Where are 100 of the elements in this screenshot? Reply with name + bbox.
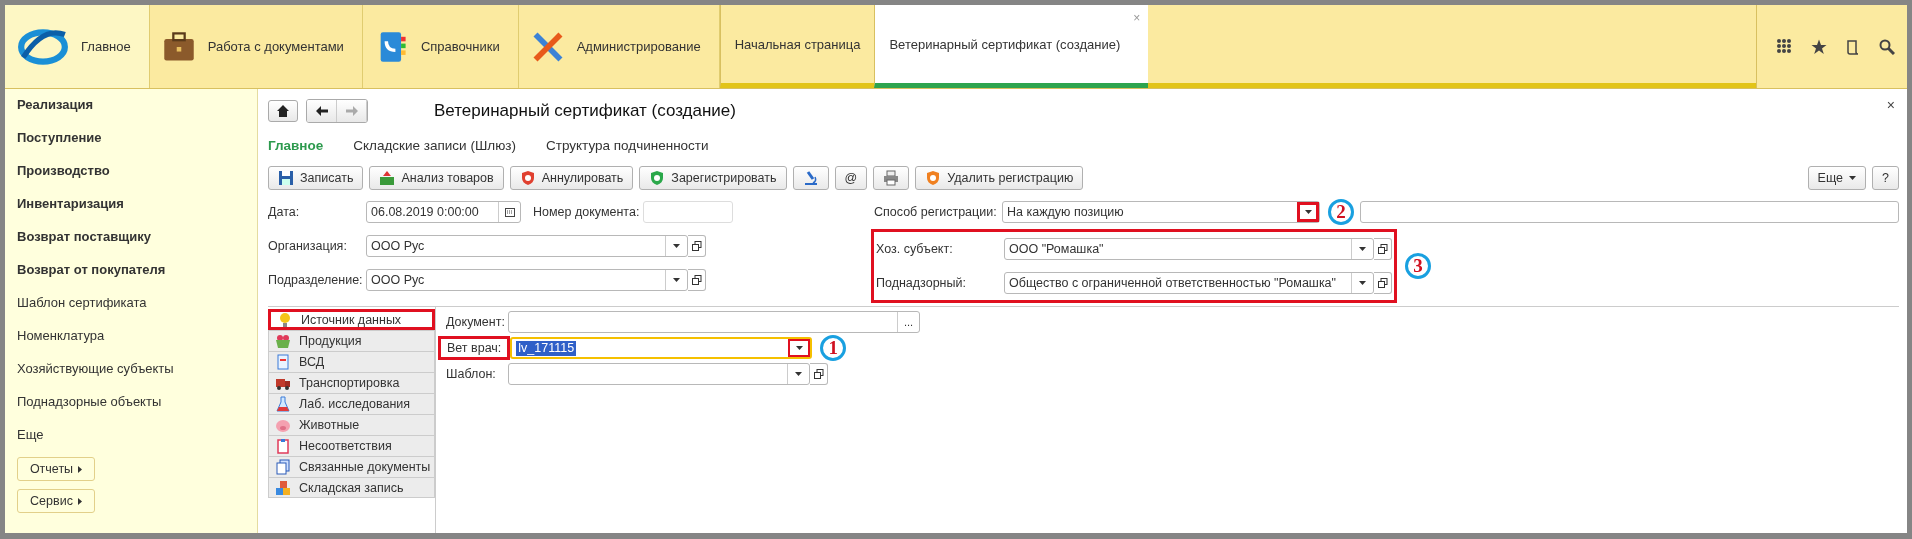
right-arrow-icon	[345, 105, 358, 117]
callout-number: 1	[820, 335, 847, 361]
shield-icon	[649, 170, 666, 186]
select-field[interactable]: ООО "Ромашка"	[1004, 238, 1374, 260]
caret-icon	[1359, 281, 1366, 285]
back-button[interactable]	[307, 100, 337, 122]
page-tab[interactable]: ВСД	[268, 351, 435, 372]
toolbar-button[interactable]: Записать	[268, 166, 364, 190]
field-label: Документ:	[446, 315, 506, 329]
open-tab[interactable]: Ветеринарный сертификат (создание) ×	[874, 5, 1149, 88]
section-tab[interactable]: Работа с документами	[149, 5, 363, 88]
toolbar-button[interactable]: @	[834, 166, 868, 190]
select-field[interactable]: lv_171115	[510, 337, 813, 359]
sidebar-item[interactable]: Производство	[17, 161, 110, 194]
field-label: Номер документа:	[533, 205, 640, 219]
select-field[interactable]: ООО Рус	[366, 235, 688, 257]
toolbar-button[interactable]: Аннулировать	[509, 166, 634, 190]
sidebar-item[interactable]: Номенклатура	[17, 326, 105, 359]
toolbar-button[interactable]: Удалить регистрацию	[915, 166, 1084, 190]
more-button[interactable]: Еще	[1807, 166, 1867, 190]
field-label: Поднадзорный:	[876, 276, 967, 290]
home-button[interactable]	[268, 100, 298, 122]
boxes-icon	[275, 479, 291, 496]
toolbar-button[interactable]: Зарегистрировать	[639, 166, 787, 190]
page-tab[interactable]: Связанные документы	[268, 456, 435, 477]
caret-icon	[1304, 210, 1312, 214]
select-field[interactable]: ...	[508, 311, 920, 333]
left-arrow-icon	[315, 105, 328, 117]
shield-icon	[925, 170, 942, 186]
field-label: Организация:	[268, 239, 348, 253]
apps-grid-icon[interactable]	[1777, 38, 1793, 55]
help-button[interactable]: ?	[1872, 166, 1899, 190]
sidebar-item[interactable]: Возврат поставщику	[17, 227, 151, 260]
close-icon[interactable]: ×	[1886, 97, 1895, 113]
menu-button[interactable]: Сервис	[17, 489, 95, 513]
select-field[interactable]: Общество с ограниченной ответственностью "Ромашка"	[1004, 272, 1374, 294]
sidebar-item[interactable]: Инвентаризация	[17, 194, 124, 227]
form-tab[interactable]: Складские записи (Шлюз)	[353, 137, 516, 153]
select-field[interactable]: На каждую позицию	[1002, 201, 1320, 223]
page-tab[interactable]: Животные	[268, 414, 435, 435]
open-button[interactable]	[1374, 238, 1392, 260]
callout-number: 3	[1405, 253, 1431, 279]
form-title: Ветеринарный сертификат (создание)	[434, 101, 736, 121]
select-field[interactable]	[508, 363, 810, 385]
shield-icon	[519, 170, 536, 186]
caret-icon	[795, 372, 802, 376]
page-tab[interactable]: Продукция	[268, 330, 435, 351]
calendar-icon	[504, 207, 515, 217]
pig-icon	[275, 417, 291, 433]
page-tab[interactable]: Источник данных	[268, 309, 435, 330]
sidebar-item[interactable]: Поднадзорные объекты	[17, 392, 162, 425]
form-tab[interactable]: Главное	[268, 137, 324, 153]
page-tab[interactable]: Лаб. исследования	[268, 393, 435, 414]
open-button[interactable]	[688, 269, 706, 291]
caret-icon	[795, 346, 803, 350]
toolbar-button[interactable]	[873, 166, 910, 190]
box-icon	[379, 170, 396, 186]
field-label: Хоз. субъект:	[876, 242, 954, 256]
field-label: Дата:	[268, 205, 301, 219]
section-tab[interactable]: Главное	[5, 5, 150, 88]
field-label: Вет врач:	[438, 336, 511, 360]
star-icon[interactable]	[1811, 38, 1827, 55]
callout-number: 2	[1328, 199, 1354, 225]
open-button[interactable]	[688, 235, 706, 257]
page-tab[interactable]: Транспортировка	[268, 372, 435, 393]
choose-button[interactable]: ...	[897, 312, 919, 332]
clipboard-icon	[275, 438, 291, 454]
open-button[interactable]	[1374, 272, 1392, 294]
sidebar-item[interactable]: Поступление	[17, 128, 102, 161]
input-field[interactable]	[1360, 201, 1899, 223]
page-tab[interactable]: Несоответствия	[268, 435, 435, 456]
field-label: Шаблон:	[446, 367, 497, 381]
briefcase-icon	[161, 29, 196, 64]
section-tab[interactable]: Справочники	[362, 5, 519, 88]
sidebar-item[interactable]: Еще	[17, 425, 44, 458]
page-tab[interactable]: Складская запись	[268, 477, 435, 498]
sidebar-item[interactable]: Хозяйствующие субъекты	[17, 359, 174, 392]
sidebar-item[interactable]: Реализация	[17, 95, 94, 128]
home-icon	[277, 105, 289, 117]
open-button[interactable]	[810, 363, 828, 385]
caret-icon	[673, 244, 680, 248]
sidebar-item[interactable]: Возврат от покупателя	[17, 260, 166, 293]
toolbar-button[interactable]	[792, 166, 829, 190]
document-icon	[275, 354, 291, 370]
select-field[interactable]: ООО Рус	[366, 269, 688, 291]
toolbar-button[interactable]: Анализ товаров	[369, 166, 504, 190]
menu-button[interactable]: Отчеты	[17, 457, 95, 481]
dropdown-button[interactable]	[788, 339, 811, 357]
open-window-icon	[813, 369, 824, 379]
caret-icon	[673, 278, 680, 282]
sidebar-item[interactable]: Шаблон сертификата	[17, 293, 147, 326]
form-tab[interactable]: Структура подчиненности	[545, 137, 709, 153]
document-number-field[interactable]	[643, 201, 734, 223]
triangle-icon	[78, 465, 83, 473]
caret-icon	[1849, 176, 1857, 180]
section-tab[interactable]: Администрирование	[518, 5, 720, 88]
open-window-icon	[1377, 278, 1388, 288]
dropdown-button[interactable]	[1297, 202, 1319, 222]
search-icon[interactable]	[1879, 38, 1895, 55]
date-field[interactable]: 06.08.2019 0:00:00	[366, 201, 521, 223]
